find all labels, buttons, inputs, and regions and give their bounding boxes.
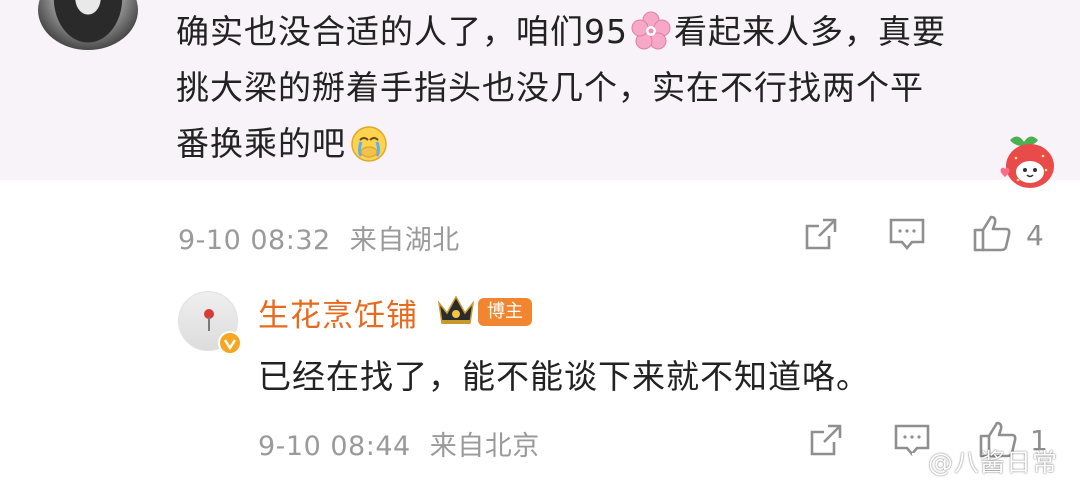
cherry-blossom-icon <box>631 11 671 51</box>
comment-card: 确实也没合适的人了，咱们95 看起来人多，真要 挑大梁的掰着手指头也没几个，实在… <box>0 0 1080 188</box>
crying-face-icon <box>349 123 389 163</box>
reply-timestamp: 9-10 08:44 <box>258 431 411 462</box>
comment-text: 确实也没合适的人了，咱们95 看起来人多，真要 挑大梁的掰着手指头也没几个，实在… <box>176 4 1046 172</box>
watermark-text: @八酱日常 <box>928 448 1059 477</box>
author-badge: 博主 <box>478 298 532 326</box>
commenter-avatar[interactable] <box>38 0 138 50</box>
comment-text-line1b: 看起来人多，真要 <box>674 12 946 51</box>
comment-meta: 9-10 08:32 来自湖北 <box>178 218 460 257</box>
thumbs-up-icon[interactable] <box>972 213 1012 253</box>
comment-like-count: 4 <box>1026 219 1044 252</box>
weibo-logo-icon <box>892 451 922 481</box>
reply-location: 来自北京 <box>429 431 540 462</box>
reply-username[interactable]: 生花烹饪铺 <box>258 290 418 335</box>
comment-location: 来自湖北 <box>349 225 460 256</box>
reply-meta: 9-10 08:44 来自北京 <box>258 424 540 463</box>
comment-icon[interactable] <box>888 216 926 252</box>
share-icon[interactable] <box>803 216 839 252</box>
strawberry-sticker-icon <box>996 130 1058 192</box>
verified-badge-icon <box>218 331 242 355</box>
comment-timestamp: 9-10 08:32 <box>178 225 331 256</box>
comment-text-line1a: 确实也没合适的人了，咱们95 <box>176 12 628 51</box>
comment-text-line3: 番换乘的吧 <box>176 124 346 163</box>
reply-text: 已经在找了，能不能谈下来就不知道咯。 <box>258 357 870 396</box>
reply-share-icon[interactable] <box>808 422 844 458</box>
crown-badge-icon <box>436 293 476 331</box>
weibo-watermark: @八酱日常 <box>892 443 1058 481</box>
comment-text-line2: 挑大梁的掰着手指头也没几个，实在不行找两个平 <box>176 68 924 107</box>
